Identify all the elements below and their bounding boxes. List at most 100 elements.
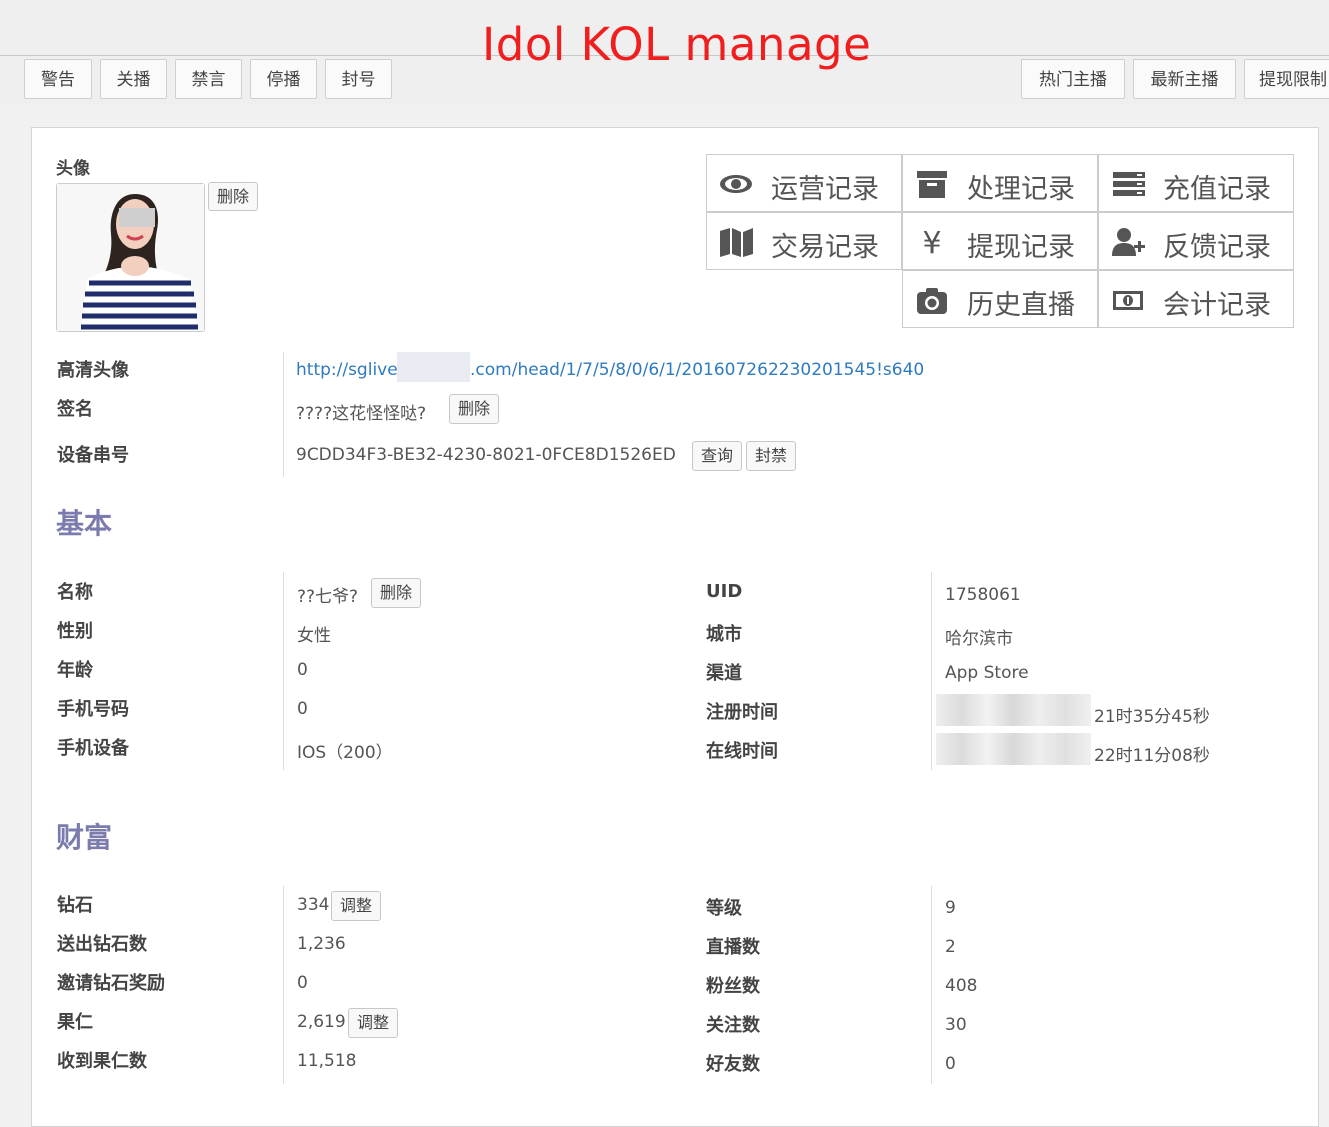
channel-value: App Store [945,663,1029,683]
device-id-label: 设备串号 [57,445,129,466]
friends-count-value: 0 [945,1054,956,1074]
phone-value: 0 [297,699,308,719]
basic-section-title: 基本 [56,507,113,540]
broadcast-count-value: 2 [945,937,956,957]
avatar-image [57,184,204,331]
nut-label: 果仁 [57,1012,93,1033]
diamond-adjust-button[interactable]: 调整 [331,891,382,921]
recharge-record-button[interactable]: 充值记录 [1098,154,1294,212]
name-value: ??七爷? [297,587,359,607]
age-label: 年龄 [57,660,93,681]
accounting-record-label: 会计记录 [1163,290,1271,321]
feedback-record-label: 反馈记录 [1163,232,1271,263]
fans-count-label: 粉丝数 [706,976,760,997]
mute-button[interactable]: 禁言 [175,59,242,99]
friends-count-label: 好友数 [706,1054,760,1075]
transaction-record-button[interactable]: 交易记录 [706,212,902,270]
transaction-record-label: 交易记录 [771,232,879,263]
svg-text:¥: ¥ [922,226,941,258]
following-count-label: 关注数 [706,1015,760,1036]
nut-adjust-button[interactable]: 调整 [348,1008,399,1038]
hd-avatar-link-start[interactable]: http://sglive [296,360,398,380]
history-broadcast-button[interactable]: 历史直播 [902,270,1098,328]
redacted-register-date [936,694,1091,726]
archive-icon [917,171,947,198]
invite-reward-label: 邀请钻石奖励 [57,973,165,994]
avatar [56,183,205,332]
recharge-record-label: 充值记录 [1163,174,1271,205]
phone-label: 手机号码 [57,699,129,720]
device-query-button[interactable]: 查询 [692,441,743,471]
eye-icon [720,175,752,193]
detail-divider [283,352,284,477]
warn-button[interactable]: 警告 [24,59,92,99]
device-id-value: 9CDD34F3-BE32-4230-8021-0FCE8D1526ED [296,445,676,465]
fans-count-value: 408 [945,976,978,996]
sent-diamond-value: 1,236 [297,934,346,954]
yen-icon: ¥ [922,226,941,258]
received-nut-value: 11,518 [297,1051,357,1071]
gender-value: 女性 [297,626,331,646]
phone-device-value: IOS（200） [297,743,393,763]
list-icon [1113,172,1145,196]
hot-host-button[interactable]: 热门主播 [1021,59,1125,99]
name-delete-button[interactable]: 删除 [371,578,422,608]
operation-record-label: 运营记录 [771,174,879,205]
gender-label: 性别 [57,621,93,642]
channel-label: 渠道 [706,663,742,684]
level-value: 9 [945,898,956,918]
received-nut-label: 收到果仁数 [57,1051,147,1072]
camera-icon [917,288,947,314]
hd-avatar-link-end[interactable]: .com/head/1/7/5/8/0/6/1/20160726223020​1… [470,360,924,380]
following-count-value: 30 [945,1015,967,1035]
phone-device-label: 手机设备 [57,738,129,759]
accounting-record-button[interactable]: 会计记录 [1098,270,1294,328]
device-ban-button[interactable]: 封禁 [746,441,797,471]
handling-record-button[interactable]: 处理记录 [902,154,1098,212]
signature-label: 签名 [57,399,93,420]
suspend-broadcast-button[interactable]: 停播 [250,59,317,99]
avatar-delete-button[interactable]: 删除 [208,182,259,211]
ban-account-button[interactable]: 封号 [325,59,392,99]
feedback-record-button[interactable]: 反馈记录 [1098,212,1294,270]
age-value: 0 [297,660,308,680]
uid-value: 1758061 [945,585,1021,605]
wealth-right-divider [931,886,932,1084]
map-icon [720,228,753,257]
redacted-domain [397,352,470,382]
signature-delete-button[interactable]: 删除 [449,394,500,424]
online-time-value: 22时11分08秒 [1094,746,1210,766]
handling-record-label: 处理记录 [967,174,1075,205]
invite-reward-value: 0 [297,973,308,993]
city-value: 哈尔滨市 [945,629,1013,649]
wealth-section-title: 财富 [56,821,113,854]
stop-broadcast-button[interactable]: 关播 [100,59,167,99]
sent-diamond-label: 送出钻石数 [57,934,147,955]
online-time-label: 在线时间 [706,741,778,762]
hd-avatar-label: 高清头像 [57,360,129,381]
operation-record-button[interactable]: 运营记录 [706,154,902,212]
new-host-button[interactable]: 最新主播 [1133,59,1236,99]
diamond-value: 334 [297,895,330,915]
redacted-online-date [936,733,1091,765]
withdraw-record-button[interactable]: ¥ 提现记录 [902,212,1098,270]
withdraw-limit-button[interactable]: 提现限制 [1244,59,1329,99]
user-add-icon [1112,228,1145,256]
name-label: 名称 [57,582,93,603]
uid-label: UID [706,581,743,602]
wealth-left-divider [283,886,284,1084]
withdraw-record-label: 提现记录 [967,232,1075,263]
level-label: 等级 [706,898,742,919]
basic-right-divider [931,572,932,770]
money-icon [1113,291,1143,310]
diamond-label: 钻石 [57,895,93,916]
avatar-label: 头像 [56,159,90,179]
nut-value: 2,619 [297,1012,346,1032]
register-time-value: 21时35分45秒 [1094,707,1210,727]
history-broadcast-label: 历史直播 [967,290,1075,321]
signature-value: ????这花怪怪哒? [296,404,427,424]
register-time-label: 注册时间 [706,702,778,723]
broadcast-count-label: 直播数 [706,937,760,958]
basic-left-divider [283,572,284,770]
city-label: 城市 [706,624,742,645]
